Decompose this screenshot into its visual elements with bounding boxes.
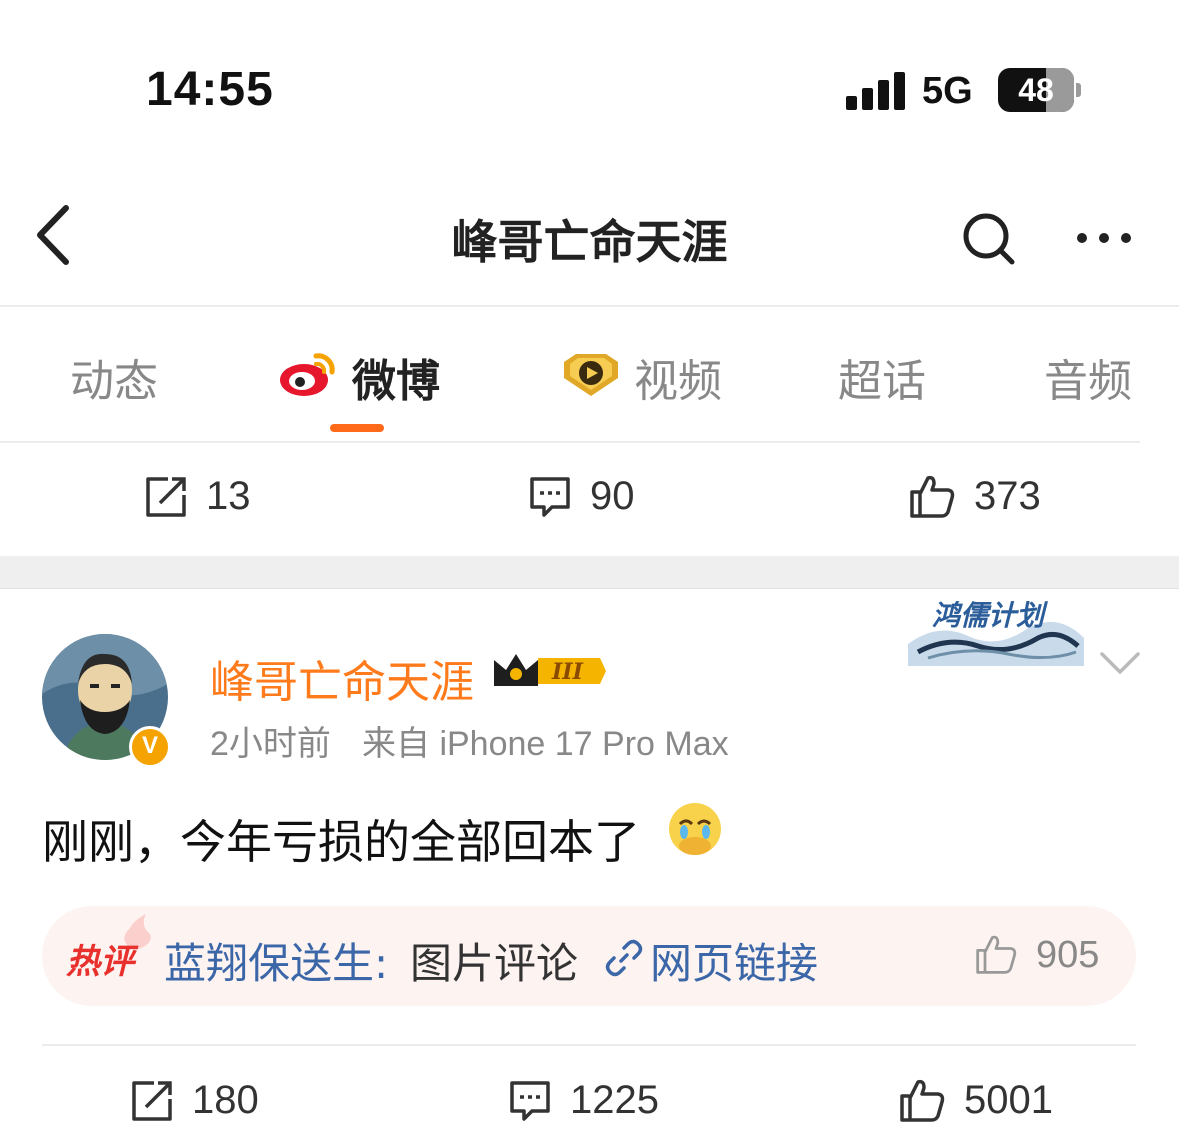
tabs-divider — [0, 441, 1140, 443]
comment-count: 90 — [590, 474, 635, 518]
post-comment-count: 1225 — [570, 1078, 659, 1122]
post-comment-button[interactable]: 1225 — [508, 1078, 659, 1123]
post-menu-button[interactable] — [1098, 646, 1142, 680]
weibo-logo-icon — [280, 353, 335, 396]
video-play-icon — [564, 354, 618, 396]
web-link[interactable]: 网页链接 — [650, 930, 818, 991]
post-source[interactable]: 来自 iPhone 17 Pro Max — [362, 716, 729, 765]
like-button[interactable]: 373 — [908, 472, 1041, 520]
crying-face-emoji-icon — [669, 803, 721, 855]
post-time: 2小时前 — [210, 725, 331, 763]
post-repost-button[interactable]: 180 — [130, 1078, 259, 1123]
campaign-badge: 鸿儒计划 — [932, 599, 1045, 632]
tab-audio[interactable]: 音频 — [1044, 345, 1132, 409]
comment-button[interactable]: 90 — [528, 474, 635, 519]
level-text: III — [551, 659, 584, 685]
thumbs-up-icon — [910, 475, 955, 518]
link-icon — [605, 939, 643, 977]
feed-separator-line — [0, 588, 1179, 589]
more-button[interactable] — [1074, 218, 1134, 258]
repost-button[interactable]: 13 — [144, 474, 251, 519]
level-badge: III — [490, 646, 608, 696]
repost-icon — [146, 476, 186, 517]
search-icon — [963, 213, 1015, 265]
battery-icon: 48 — [998, 68, 1074, 112]
tab-super-topic[interactable]: 超话 — [838, 345, 926, 409]
verified-badge: V — [129, 726, 171, 768]
nav-divider — [0, 305, 1179, 307]
post-actions-divider — [42, 1044, 1136, 1046]
post-repost-count: 180 — [192, 1078, 259, 1122]
active-tab-indicator — [330, 424, 384, 432]
crown-icon: III — [494, 654, 606, 686]
post-like-button[interactable]: 5001 — [898, 1076, 1053, 1124]
tab-dynamics[interactable]: 动态 — [70, 345, 158, 409]
post-like-count: 5001 — [964, 1077, 1053, 1122]
feed-separator — [0, 556, 1179, 588]
like-count: 373 — [974, 473, 1041, 518]
verified-badge-letter: V — [141, 732, 158, 759]
tab-video[interactable]: 视频 — [634, 345, 722, 409]
chevron-down-icon — [1100, 652, 1140, 674]
hot-comment-like-icon[interactable] — [974, 932, 1018, 976]
post-text: 刚刚，今年亏损的全部回本了 — [42, 815, 640, 869]
battery-level: 48 — [1018, 72, 1054, 108]
signal-icon — [846, 72, 906, 110]
hot-comment-content: 图片评论 — [410, 939, 579, 988]
hot-comment-like-count: 905 — [1036, 934, 1100, 976]
repost-count: 13 — [206, 474, 251, 518]
search-button[interactable] — [958, 208, 1018, 268]
hot-comment-tag: 热评 — [66, 942, 134, 982]
tab-weibo[interactable]: 微博 — [352, 345, 440, 409]
post-username[interactable]: 峰哥亡命天涯 — [210, 646, 474, 710]
comment-icon — [530, 476, 570, 517]
thumbs-up-icon — [900, 1079, 945, 1122]
battery-tip — [1076, 83, 1081, 97]
repost-icon — [132, 1080, 172, 1121]
comment-icon — [510, 1080, 550, 1121]
ellipsis-icon — [1077, 233, 1131, 243]
status-time: 14:55 — [146, 63, 274, 116]
network-type: 5G — [922, 70, 973, 112]
hot-comment-user[interactable]: 蓝翔保送生: — [164, 930, 388, 991]
